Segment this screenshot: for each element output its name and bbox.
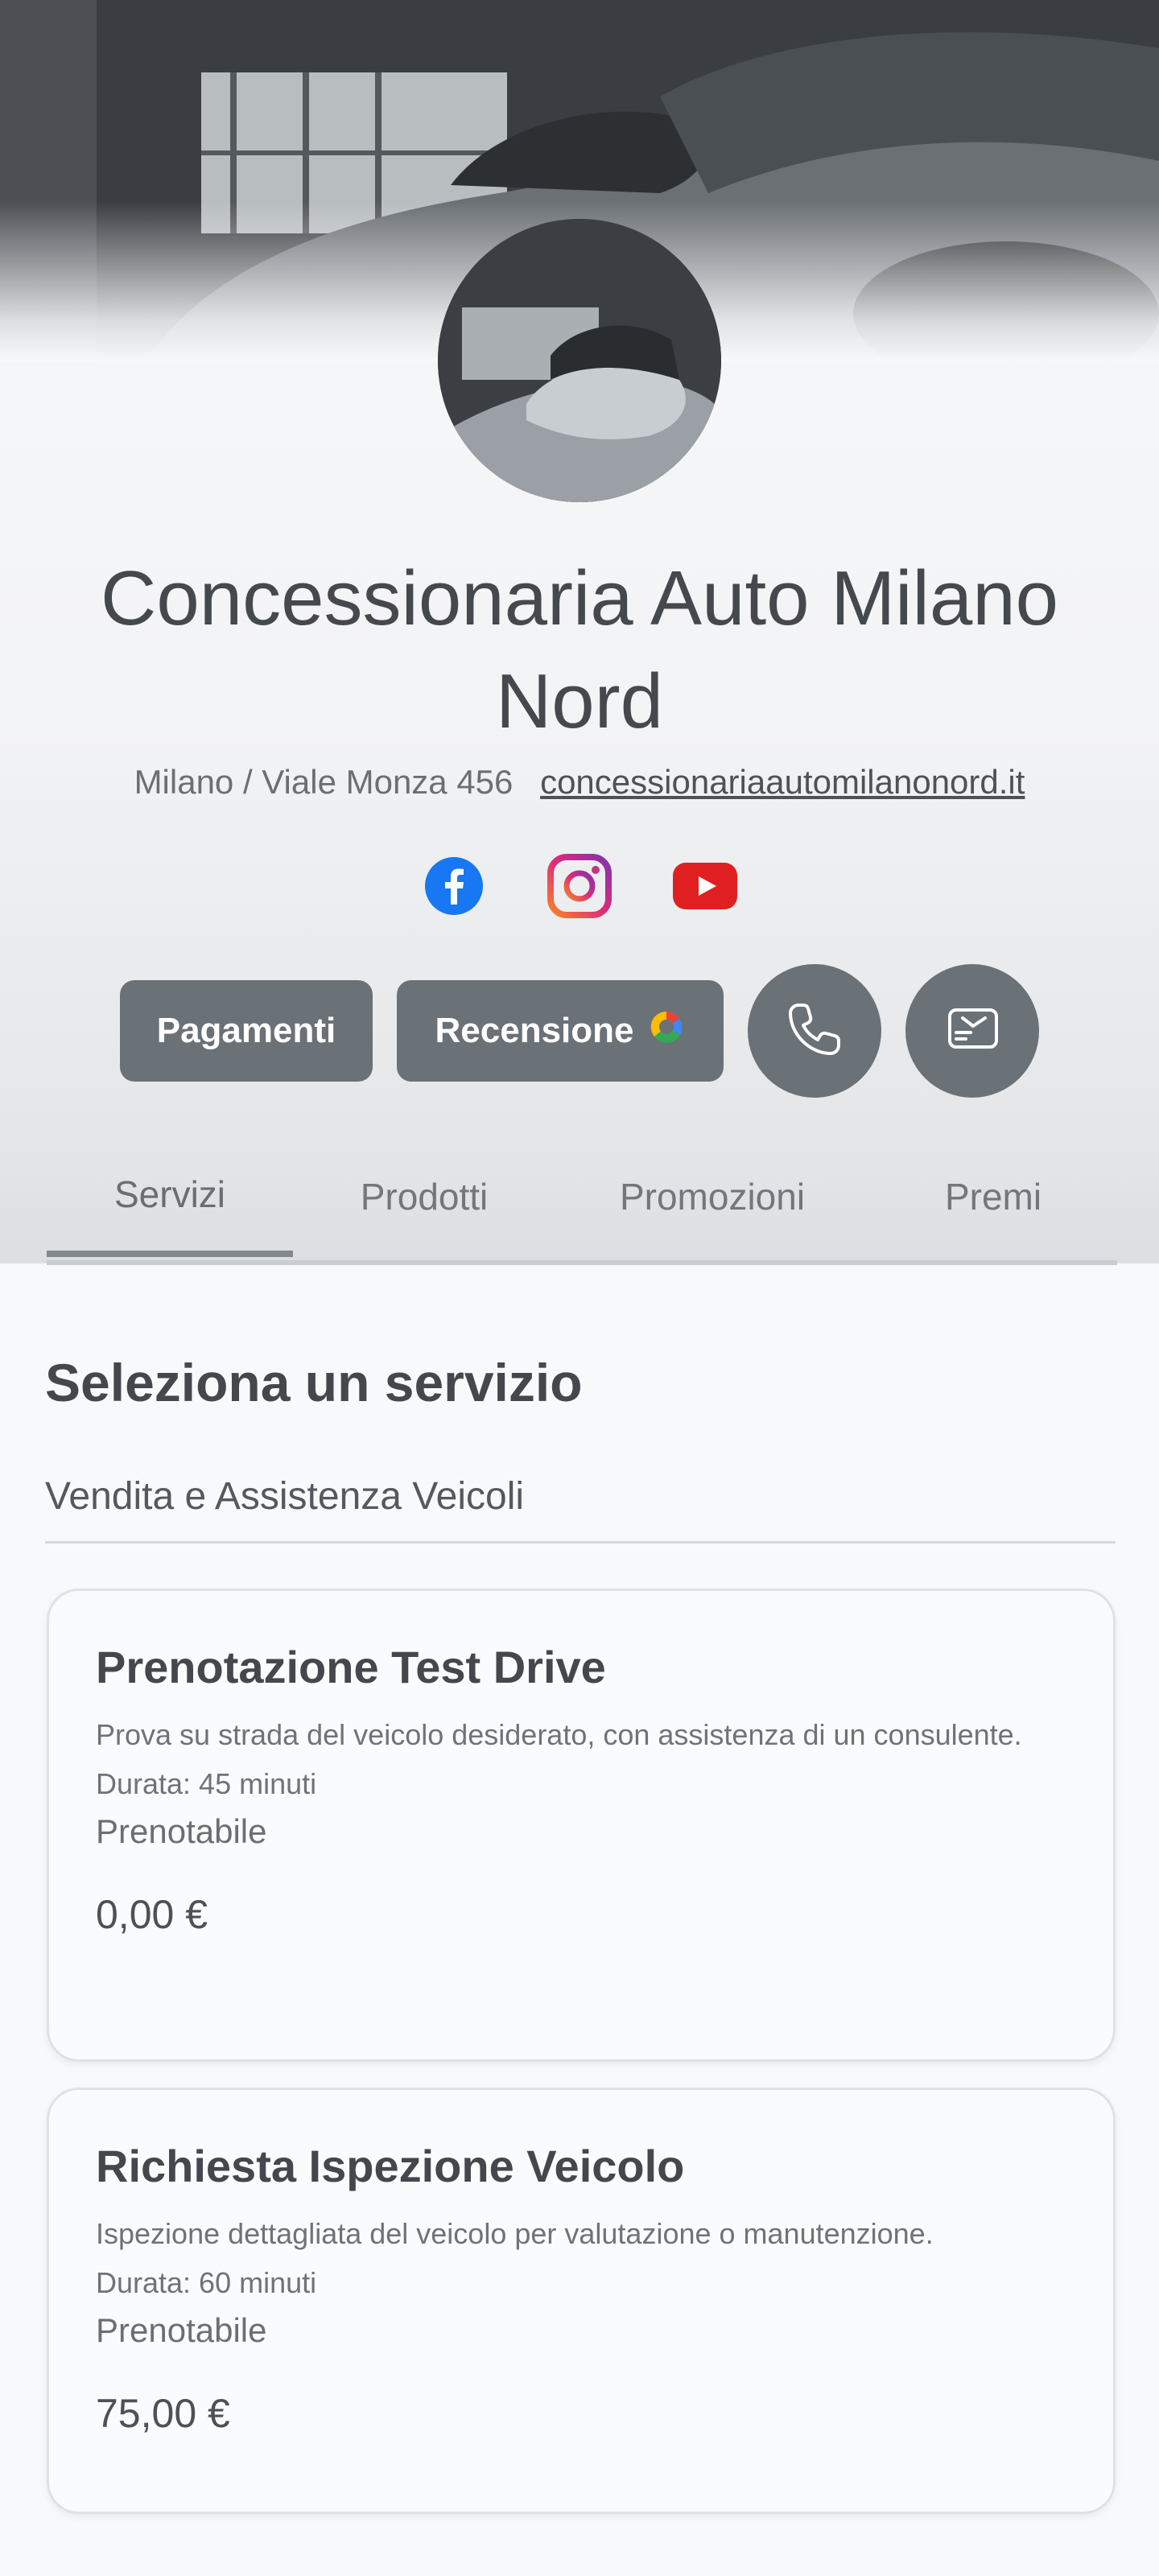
tab-promozioni[interactable]: Promozioni [555,1138,869,1255]
message-button[interactable] [905,964,1039,1098]
tab-servizi[interactable]: Servizi [47,1138,293,1257]
service-title: Prenotazione Test Drive [96,1642,606,1692]
review-button[interactable]: Recensione [397,980,724,1082]
service-bookable: Prenotabile [96,1812,267,1850]
facebook-icon[interactable] [420,852,488,920]
tab-prodotti[interactable]: Prodotti [293,1138,555,1255]
social-links [0,850,1159,922]
tab-bar: Servizi Prodotti Promozioni Premi [47,1138,1117,1265]
business-meta: Milano / Viale Monza 456 concessionariaa… [0,763,1159,802]
service-card[interactable]: Richiesta Ispezione Veicolo Ispezione de… [47,2088,1116,2514]
service-title: Richiesta Ispezione Veicolo [96,2141,685,2191]
youtube-icon[interactable] [671,852,739,920]
profile-avatar [438,219,721,502]
tab-premi[interactable]: Premi [869,1138,1117,1255]
review-label: Recensione [435,1011,634,1050]
service-duration: Durata: 45 minuti [96,1767,317,1800]
service-duration: Durata: 60 minuti [96,2266,317,2299]
business-location: Milano / Viale Monza 456 [134,763,514,801]
service-description: Prova su strada del veicolo desiderato, … [96,1718,1022,1751]
service-bookable: Prenotabile [96,2311,267,2349]
google-icon [648,1008,685,1054]
payments-button[interactable]: Pagamenti [120,980,373,1082]
service-description: Ispezione dettagliata del veicolo per va… [96,2217,934,2250]
section-title: Seleziona un servizio [45,1353,583,1412]
phone-icon [782,997,847,1065]
service-price: 75,00 € [96,2391,230,2436]
service-card[interactable]: Prenotazione Test Drive Prova su strada … [47,1589,1116,2062]
message-icon [938,995,1006,1067]
payments-label: Pagamenti [156,1011,336,1050]
page: Concessionaria Auto Milano Nord Milano /… [0,0,1159,2576]
phone-button[interactable] [748,964,881,1098]
website-link[interactable]: concessionariaautomilanonord.it [540,763,1025,801]
instagram-icon[interactable] [546,852,613,920]
service-price: 0,00 € [96,1892,208,1937]
business-name: Concessionaria Auto Milano Nord [100,555,1058,744]
service-category: Vendita e Assistenza Veicoli [45,1474,1116,1544]
action-bar: Pagamenti Recensione [0,962,1159,1099]
